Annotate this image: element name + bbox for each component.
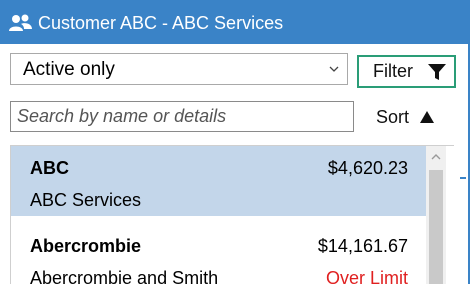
triangle-up-icon	[420, 111, 434, 123]
customer-amount: $4,620.23	[327, 158, 408, 178]
customer-name: Abercrombie	[30, 236, 142, 256]
search-input[interactable]	[10, 101, 354, 132]
customer-name: ABC	[30, 158, 69, 178]
sort-button-label: Sort	[376, 107, 410, 127]
customer-amount: $14,161.67	[317, 236, 408, 256]
sort-button[interactable]: Sort	[376, 107, 434, 129]
list-item-customer[interactable]: Abercrombie $14,161.67 Abercrombie and S…	[11, 224, 426, 284]
people-icon	[9, 14, 32, 31]
status-filter-dropdown[interactable]: Active only	[10, 53, 348, 85]
customer-list: ABC $4,620.23 ABC Services Abercrombie $…	[10, 145, 454, 284]
funnel-icon	[428, 64, 446, 80]
status-badge: Over Limit	[325, 268, 408, 284]
list-scrollbar[interactable]	[426, 146, 446, 284]
customer-detail: ABC Services	[30, 190, 142, 210]
filter-button[interactable]: Filter	[357, 55, 456, 88]
customer-detail: Abercrombie and Smith	[30, 268, 219, 284]
filter-button-label: Filter	[373, 61, 413, 81]
window-titlebar: Customer ABC - ABC Services	[0, 0, 470, 44]
list-item-customer[interactable]: ABC $4,620.23 ABC Services	[11, 146, 426, 216]
scroll-up-arrow-icon[interactable]	[426, 146, 446, 168]
window-title: Customer ABC - ABC Services	[38, 13, 284, 33]
status-filter-value: Active only	[23, 59, 115, 80]
scroll-thumb[interactable]	[429, 170, 443, 284]
chevron-down-icon	[329, 66, 339, 72]
accent-mark	[460, 177, 466, 179]
